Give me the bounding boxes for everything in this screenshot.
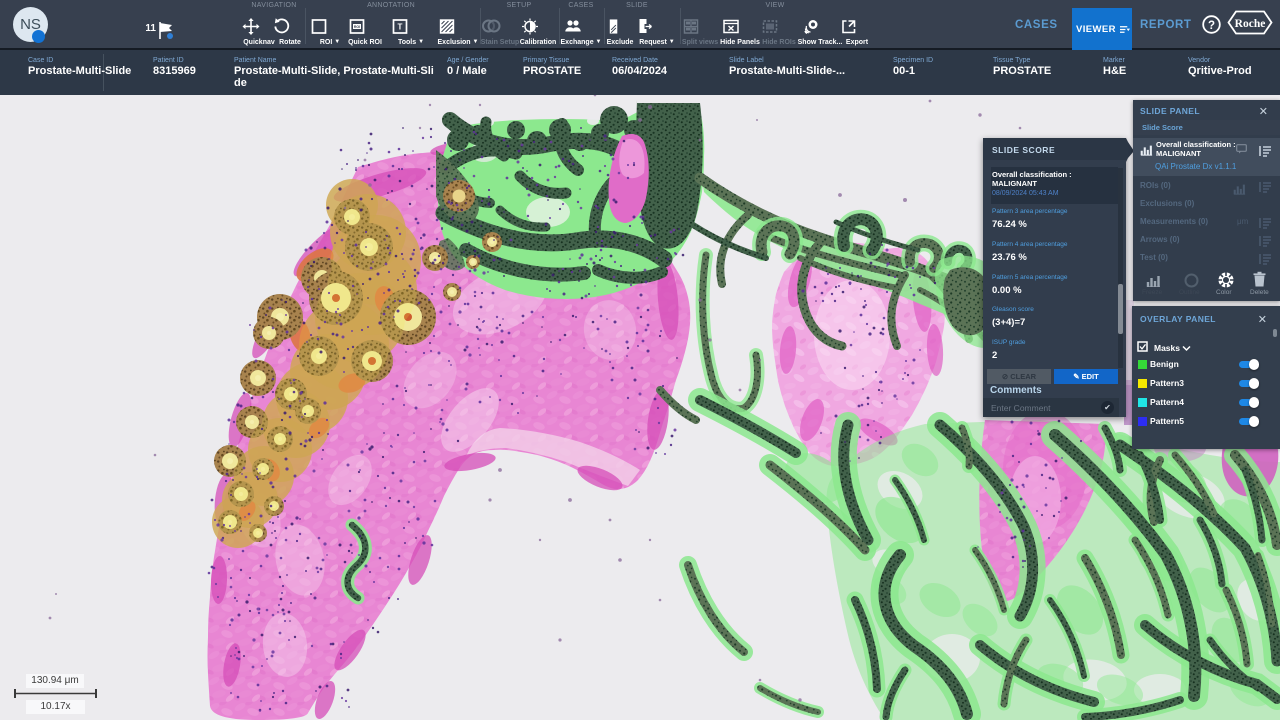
svg-text:T: T bbox=[398, 23, 403, 32]
svg-text:?: ? bbox=[1208, 20, 1215, 32]
svg-text:Roche: Roche bbox=[1235, 18, 1266, 30]
svg-text:ROI: ROI bbox=[354, 25, 360, 29]
